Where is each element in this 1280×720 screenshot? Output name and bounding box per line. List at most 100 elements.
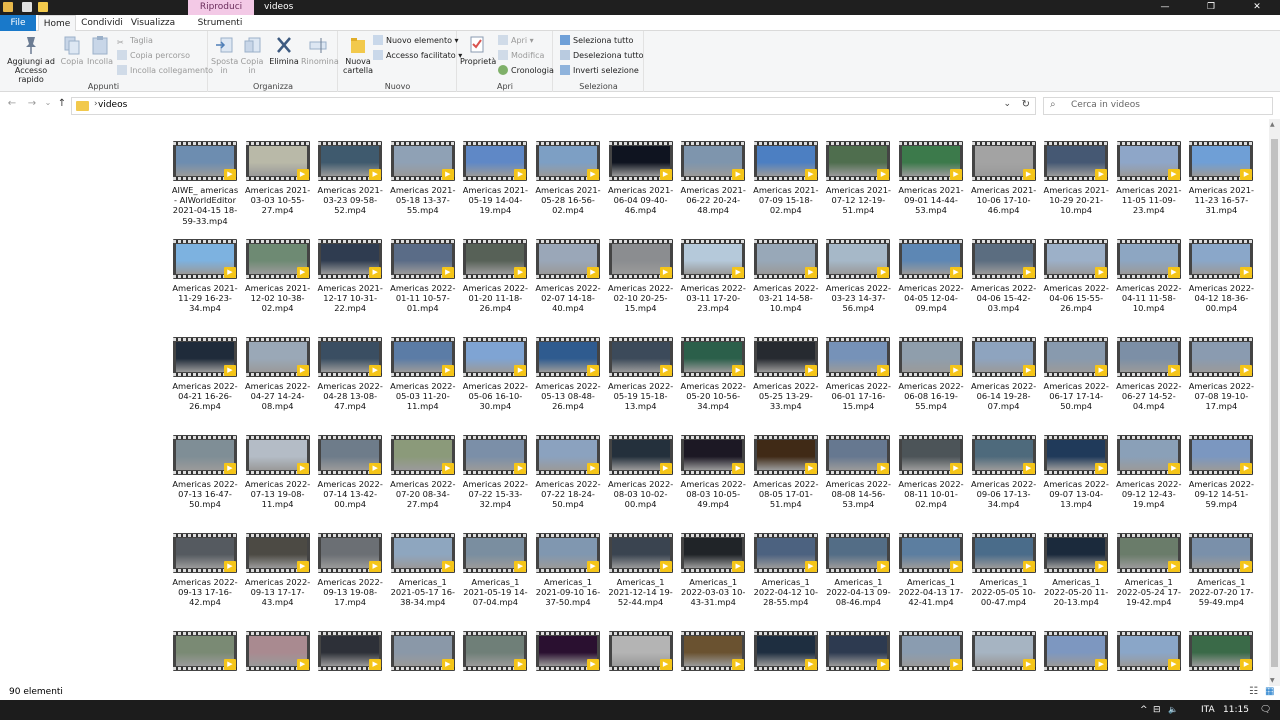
- file-item[interactable]: ▶ Americas 2022-03-23 14-37-56.mp4: [824, 239, 892, 314]
- scrollbar-thumb[interactable]: [1271, 139, 1278, 667]
- file-item[interactable]: ▶ Americas 2022-04-06 15-55-26.mp4: [1042, 239, 1110, 314]
- tab-view[interactable]: Visualizza: [130, 15, 176, 31]
- video-thumbnail[interactable]: ▶: [1189, 239, 1254, 279]
- file-item[interactable]: ▶ Americas 2022-02-10 20-25-15.mp4: [607, 239, 675, 314]
- video-thumbnail[interactable]: ▶: [318, 533, 383, 573]
- close-button[interactable]: ✕: [1234, 0, 1280, 15]
- video-thumbnail[interactable]: ▶: [390, 239, 455, 279]
- file-item[interactable]: ▶ Americas 2022-01-20 11-18-26.mp4: [461, 239, 529, 314]
- video-thumbnail[interactable]: ▶: [753, 533, 818, 573]
- file-item[interactable]: ▶: [389, 631, 457, 671]
- video-thumbnail[interactable]: ▶: [681, 533, 746, 573]
- file-item[interactable]: ▶: [316, 631, 384, 671]
- new-folder-quick-icon[interactable]: [38, 2, 48, 12]
- select-none-button[interactable]: Deseleziona tutto: [560, 50, 644, 62]
- file-item[interactable]: ▶ Americas_1 2022-04-13 09-08-46.mp4: [824, 533, 892, 608]
- file-item[interactable]: ▶ Americas 2022-09-06 17-13-34.mp4: [970, 435, 1038, 510]
- video-thumbnail[interactable]: ▶: [1044, 631, 1109, 671]
- new-folder-button[interactable]: Nuova cartella: [341, 35, 375, 75]
- video-thumbnail[interactable]: ▶: [1116, 435, 1181, 475]
- video-thumbnail[interactable]: ▶: [899, 435, 963, 475]
- file-item[interactable]: ▶ Americas_1 2022-03-03 10-43-31.mp4: [679, 533, 747, 608]
- file-item[interactable]: ▶ Americas 2022-07-14 13-42-00.mp4: [316, 435, 384, 510]
- video-thumbnail[interactable]: ▶: [753, 141, 818, 181]
- select-all-button[interactable]: Seleziona tutto: [560, 35, 633, 47]
- video-thumbnail[interactable]: ▶: [1044, 141, 1109, 181]
- file-item[interactable]: ▶ Americas 2022-05-03 11-20-11.mp4: [389, 337, 457, 412]
- clock[interactable]: 11:15: [1223, 703, 1249, 717]
- forward-button[interactable]: →: [25, 98, 39, 109]
- file-item[interactable]: ▶: [607, 631, 675, 671]
- video-thumbnail[interactable]: ▶: [608, 141, 673, 181]
- video-thumbnail[interactable]: ▶: [173, 337, 237, 377]
- search-input[interactable]: ⌕ Cerca in videos: [1043, 97, 1273, 115]
- video-thumbnail[interactable]: ▶: [971, 337, 1036, 377]
- file-item[interactable]: ▶: [171, 631, 239, 671]
- video-thumbnail[interactable]: ▶: [245, 141, 310, 181]
- file-item[interactable]: ▶ AIWE_ americas - AIWorldEditor 2021-04-…: [171, 141, 239, 226]
- video-thumbnail[interactable]: ▶: [463, 337, 528, 377]
- properties-quick-icon[interactable]: [22, 2, 32, 12]
- file-item[interactable]: ▶ Americas 2022-04-28 13-08-47.mp4: [316, 337, 384, 412]
- video-thumbnail[interactable]: ▶: [681, 435, 746, 475]
- video-thumbnail[interactable]: ▶: [536, 533, 600, 573]
- file-item[interactable]: ▶ Americas 2022-06-14 19-28-07.mp4: [970, 337, 1038, 412]
- file-item[interactable]: ▶: [897, 631, 965, 671]
- file-item[interactable]: ▶ Americas_1 2021-09-10 16-37-50.mp4: [534, 533, 602, 608]
- file-item[interactable]: ▶ Americas 2022-08-05 17-01-51.mp4: [752, 435, 820, 510]
- video-thumbnail[interactable]: ▶: [536, 435, 600, 475]
- file-item[interactable]: ▶ Americas 2022-04-12 18-36-00.mp4: [1187, 239, 1255, 314]
- copy-button[interactable]: Copia: [60, 35, 84, 66]
- maximize-button[interactable]: ❐: [1188, 0, 1234, 15]
- video-thumbnail[interactable]: ▶: [390, 435, 455, 475]
- file-item[interactable]: ▶ Americas 2021-12-02 10-38-02.mp4: [244, 239, 312, 314]
- video-thumbnail[interactable]: ▶: [681, 141, 746, 181]
- vertical-scrollbar[interactable]: ▲ ▼: [1269, 119, 1280, 686]
- notification-icon[interactable]: 🗨: [1260, 703, 1271, 717]
- file-item[interactable]: ▶ Americas 2022-01-11 10-57-01.mp4: [389, 239, 457, 314]
- scroll-down-icon[interactable]: ▼: [1270, 677, 1275, 684]
- file-item[interactable]: ▶ Americas 2021-05-18 13-37-55.mp4: [389, 141, 457, 216]
- copy-to-button[interactable]: Copia in: [239, 35, 265, 75]
- up-button[interactable]: ↑: [55, 98, 69, 109]
- delete-button[interactable]: Elimina: [269, 35, 299, 66]
- file-item[interactable]: ▶ Americas 2022-06-17 17-14-50.mp4: [1042, 337, 1110, 412]
- refresh-icon[interactable]: ↻: [1022, 99, 1030, 110]
- video-thumbnail[interactable]: ▶: [1189, 533, 1254, 573]
- file-item[interactable]: ▶ Americas 2021-07-09 15-18-02.mp4: [752, 141, 820, 216]
- video-thumbnail[interactable]: ▶: [536, 141, 600, 181]
- file-item[interactable]: ▶ Americas 2022-08-11 10-01-02.mp4: [897, 435, 965, 510]
- video-thumbnail[interactable]: ▶: [1116, 141, 1181, 181]
- file-item[interactable]: ▶ Americas_1 2022-05-20 11-20-13.mp4: [1042, 533, 1110, 608]
- file-item[interactable]: ▶ Americas 2022-07-13 19-08-11.mp4: [244, 435, 312, 510]
- video-thumbnail[interactable]: ▶: [245, 337, 310, 377]
- video-thumbnail[interactable]: ▶: [390, 141, 455, 181]
- file-item[interactable]: ▶ Americas 2022-09-13 17-17-43.mp4: [244, 533, 312, 608]
- video-thumbnail[interactable]: ▶: [318, 141, 383, 181]
- video-thumbnail[interactable]: ▶: [608, 435, 673, 475]
- video-thumbnail[interactable]: ▶: [681, 631, 746, 671]
- address-text[interactable]: videos: [98, 100, 127, 110]
- details-view-icon[interactable]: ☷: [1249, 686, 1258, 697]
- open-button[interactable]: Apri ▾: [498, 35, 534, 47]
- paste-link-button[interactable]: Incolla collegamento: [117, 65, 213, 77]
- volume-icon[interactable]: 🔈: [1168, 703, 1178, 717]
- video-thumbnail[interactable]: ▶: [899, 337, 963, 377]
- scroll-up-icon[interactable]: ▲: [1270, 121, 1275, 128]
- file-item[interactable]: ▶ Americas 2022-06-01 17-16-15.mp4: [824, 337, 892, 412]
- file-item[interactable]: ▶: [970, 631, 1038, 671]
- file-item[interactable]: ▶ Americas_1 2022-04-12 10-28-55.mp4: [752, 533, 820, 608]
- easy-access-button[interactable]: Accesso facilitato ▾: [373, 50, 462, 62]
- video-thumbnail[interactable]: ▶: [1116, 631, 1181, 671]
- video-thumbnail[interactable]: ▶: [899, 631, 963, 671]
- file-item[interactable]: ▶: [679, 631, 747, 671]
- address-dropdown-icon[interactable]: ⌄: [1003, 99, 1011, 109]
- video-thumbnail[interactable]: ▶: [608, 631, 673, 671]
- file-item[interactable]: ▶ Americas 2021-10-06 17-10-46.mp4: [970, 141, 1038, 216]
- pin-quick-access-button[interactable]: Aggiungi ad Accesso rapido: [2, 35, 60, 84]
- file-item[interactable]: ▶ Americas 2021-11-05 11-09-23.mp4: [1115, 141, 1183, 216]
- file-item[interactable]: ▶ Americas 2022-08-03 10-02-00.mp4: [607, 435, 675, 510]
- file-item[interactable]: ▶ Americas 2022-03-21 14-58-10.mp4: [752, 239, 820, 314]
- minimize-button[interactable]: —: [1142, 0, 1188, 15]
- video-thumbnail[interactable]: ▶: [753, 337, 818, 377]
